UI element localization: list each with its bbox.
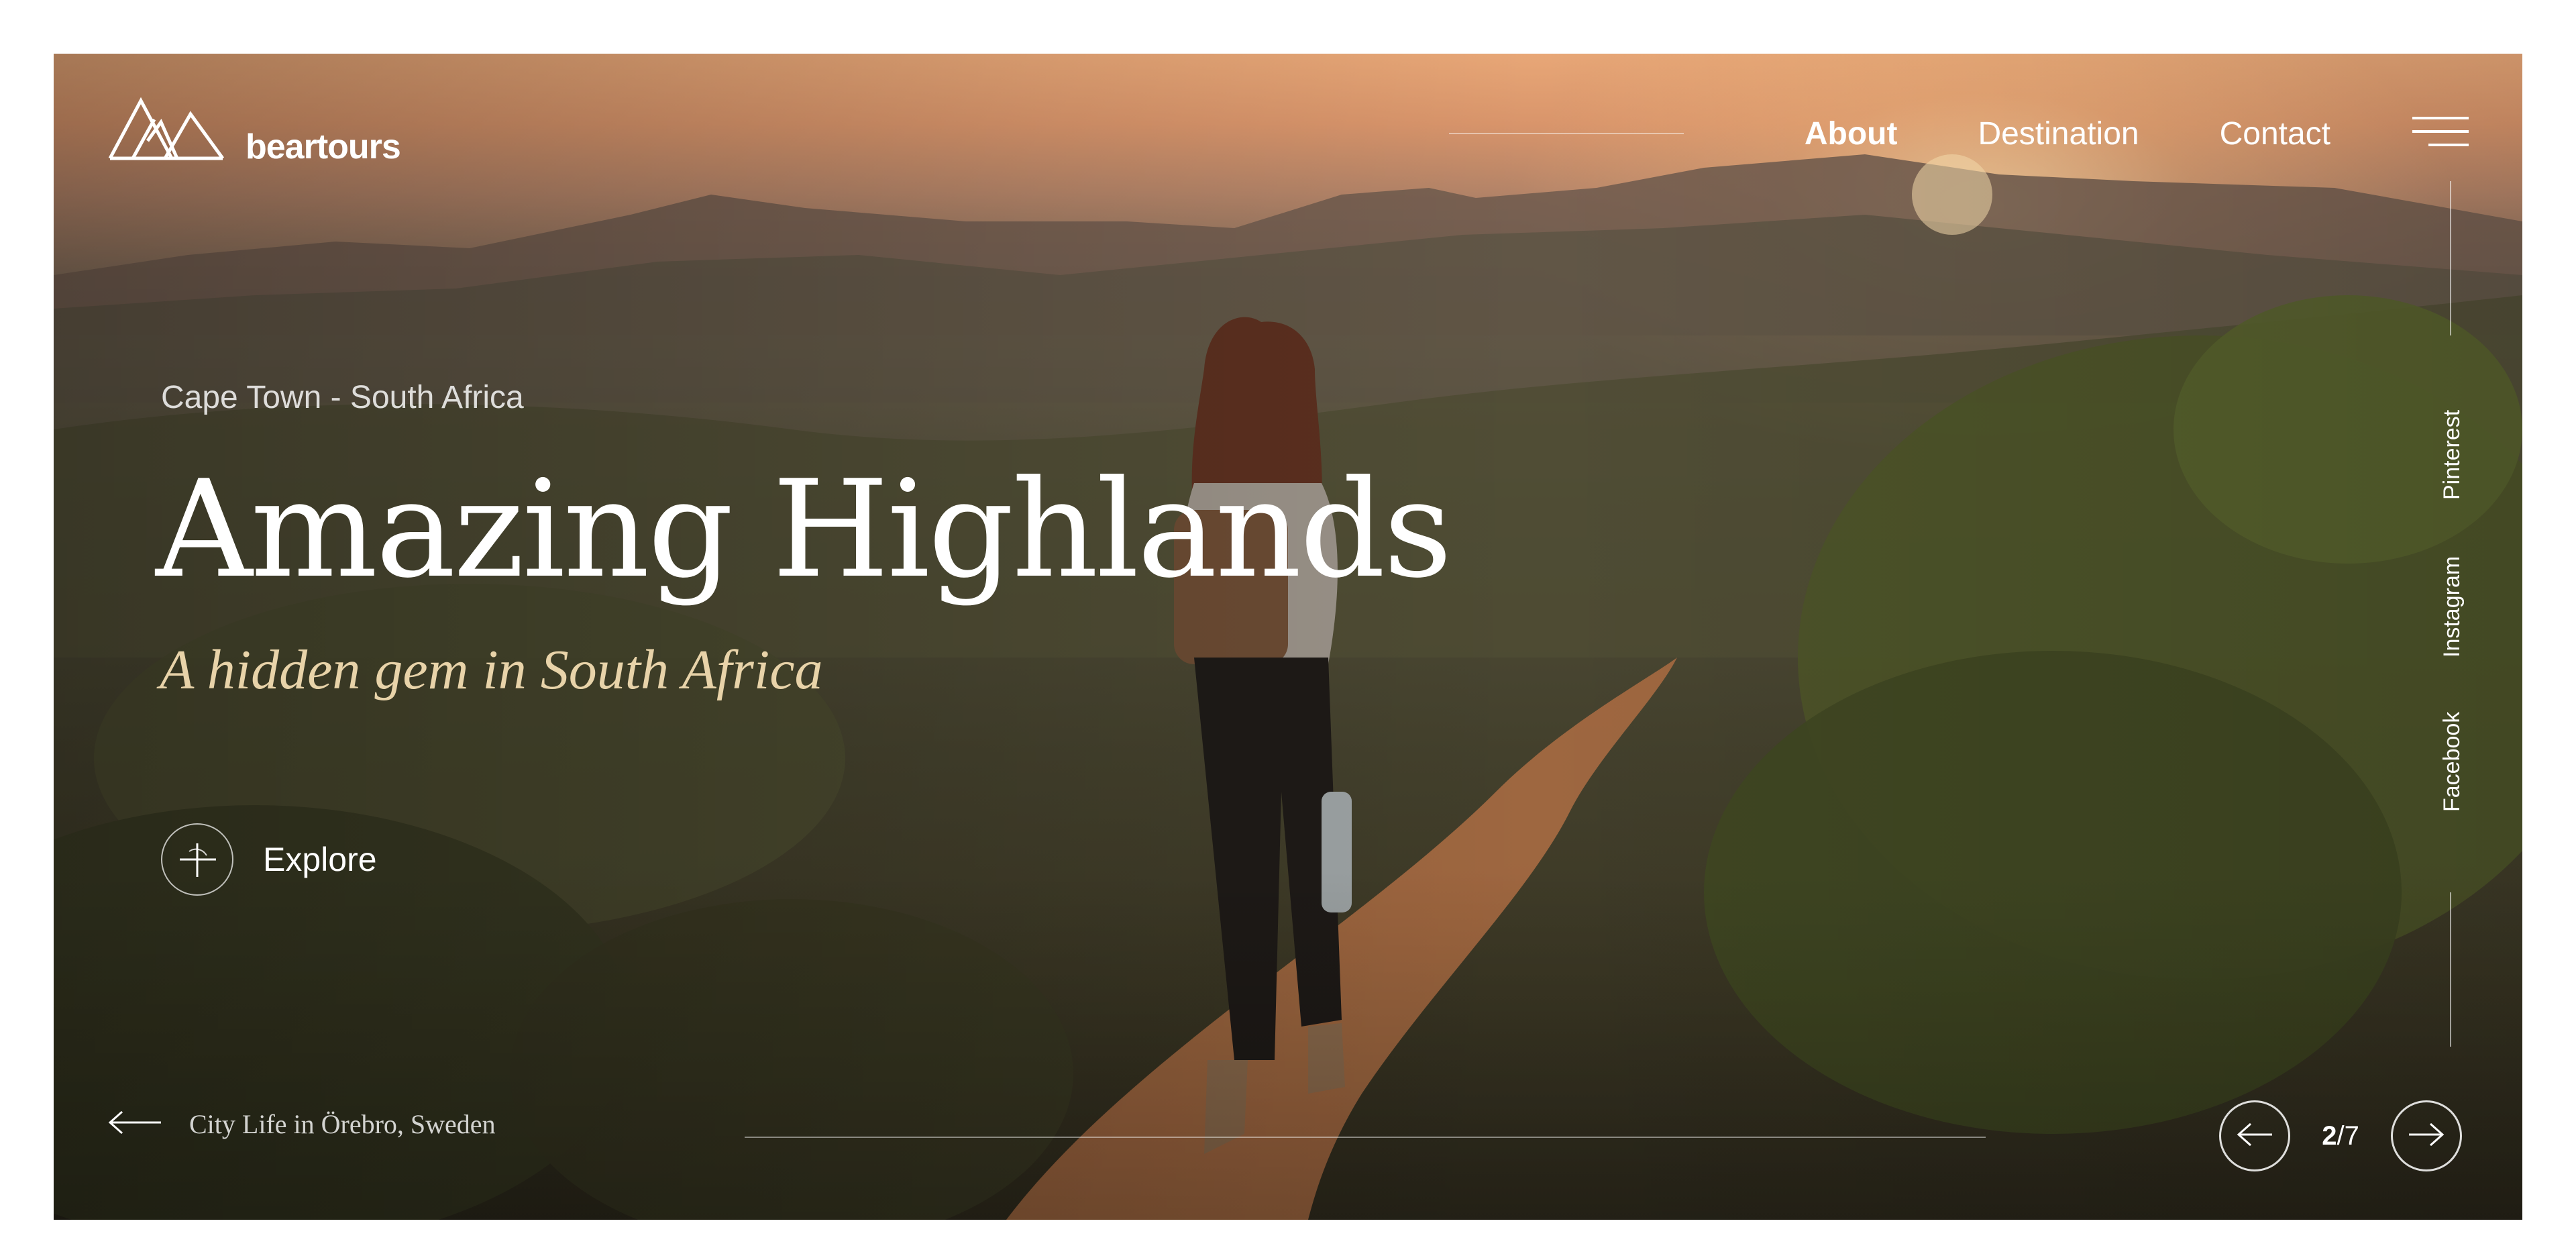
explore-label: Explore [263,841,377,878]
overlay-shade [54,54,2522,1220]
page-separator: / [2337,1120,2345,1151]
crosshair-icon [161,823,233,896]
rail-divider-bottom [2450,892,2451,1047]
mountains-logo-icon [107,89,225,166]
arrow-left-icon [107,1109,162,1139]
nav-item-destination[interactable]: Destination [1978,115,2139,152]
hero-subtitle: A hidden gem in South Africa [160,639,823,701]
nav-item-about[interactable]: About [1805,115,1898,152]
prev-slide-button[interactable] [2219,1100,2290,1171]
brand-name: beartours [246,127,401,166]
slide-pager: 2/7 [2219,1100,2462,1171]
social-facebook[interactable]: Facebook [2439,712,2465,812]
total-pages: 7 [2344,1120,2359,1151]
nav-divider [1449,133,1684,134]
main-nav: About Destination Contact [1805,115,2330,152]
next-slide-button[interactable] [2391,1100,2462,1171]
arrow-left-icon [2236,1121,2273,1151]
social-pinterest[interactable]: Pinterest [2439,410,2465,500]
brand-logo[interactable]: beartours [107,89,401,166]
hero-slide: beartours About Destination Contact Pint… [54,54,2522,1220]
explore-button[interactable]: Explore [161,823,377,896]
previous-story-label: City Life in Örebro, Sweden [189,1109,496,1139]
arrow-right-icon [2408,1121,2445,1151]
hamburger-menu-icon[interactable] [2412,117,2469,148]
nav-item-contact[interactable]: Contact [2220,115,2330,152]
social-instagram[interactable]: Instagram [2439,556,2465,658]
slide-progress-line [745,1137,1986,1138]
rail-divider-top [2450,181,2451,335]
page-counter: 2/7 [2310,1121,2371,1151]
current-page: 2 [2322,1120,2337,1151]
previous-story-link[interactable]: City Life in Örebro, Sweden [107,1108,496,1140]
hero-title: Amazing Highlands [156,452,1452,608]
hero-location: Cape Town - South Africa [161,380,524,415]
